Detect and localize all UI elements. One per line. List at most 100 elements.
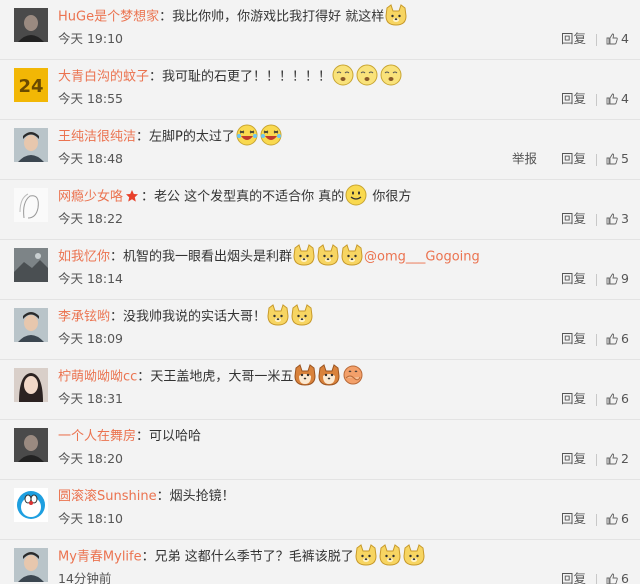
username-link[interactable]: 如我忆你	[58, 250, 110, 265]
report-button[interactable]: 举报	[512, 151, 537, 167]
comment-content: 一个人在舞房：可以哈哈	[58, 428, 640, 448]
comment-text: 机智的我一眼看出烟头是利群	[123, 249, 293, 265]
like-button[interactable]: 6	[606, 511, 640, 527]
username-link[interactable]: HuGe是个梦想家	[58, 10, 159, 25]
action-divider	[596, 513, 597, 526]
like-button[interactable]: 4	[606, 91, 640, 107]
reply-button[interactable]: 回复	[561, 331, 586, 347]
comment-text-tail: 你很方	[368, 189, 412, 205]
avatar[interactable]	[14, 8, 48, 42]
action-divider	[596, 213, 597, 226]
comment-actions: 回复 9	[561, 271, 640, 287]
reply-button[interactable]: 回复	[561, 511, 586, 527]
thumbs-up-icon	[606, 213, 618, 225]
comment-text: 天王盖地虎，大哥一米五	[150, 369, 294, 385]
doge-emoji-icon	[341, 244, 363, 266]
comment-row: 王纯洁很纯洁：左脚P的太过了 今天 18:48 举报 回复 5	[0, 120, 640, 180]
reply-button[interactable]: 回复	[561, 151, 586, 167]
thumbs-up-icon	[606, 93, 618, 105]
comment-row: 柠萌呦呦呦cc：天王盖地虎，大哥一米五 今天 18:31 回复 6	[0, 360, 640, 420]
username-link[interactable]: My青春Mylife	[58, 550, 142, 565]
like-button[interactable]: 3	[606, 211, 640, 227]
comment-row: 如我忆你：机智的我一眼看出烟头是利群 @omg___Gogoing 今天 18:14…	[0, 240, 640, 300]
comment-content: 如我忆你：机智的我一眼看出烟头是利群 @omg___Gogoing	[58, 244, 640, 268]
like-count: 6	[621, 331, 629, 346]
shiba-emoji-icon	[294, 364, 316, 386]
username-link[interactable]: 圆滚滚Sunshine	[58, 489, 157, 504]
doge-emoji-icon	[291, 304, 313, 326]
comment-content: 网瘾少女咯 ：老公 这个发型真的不适合你 真的 你很方	[58, 184, 640, 208]
like-button[interactable]: 5	[606, 151, 640, 167]
avatar[interactable]	[14, 308, 48, 342]
action-divider	[596, 573, 597, 584]
comment-text: 可以哈哈	[149, 429, 202, 444]
comment-content: HuGe是个梦想家：我比你帅，你游戏比我打得好 就这样	[58, 4, 640, 28]
comment-row: My青春Mylife：兄弟 这都什么季节了？毛裤该脱了 14分钟前 回复 6	[0, 540, 640, 584]
comment-actions: 举报 回复 5	[512, 151, 640, 167]
action-divider	[596, 33, 597, 46]
like-count: 2	[621, 451, 629, 466]
thumbs-up-icon	[606, 513, 618, 525]
avatar[interactable]	[14, 128, 48, 162]
hug-emoji-icon	[343, 365, 363, 385]
avatar[interactable]	[14, 428, 48, 462]
colon-separator: ：	[159, 9, 173, 25]
reply-button[interactable]: 回复	[561, 91, 586, 107]
avatar[interactable]	[14, 188, 48, 222]
comment-actions: 回复 6	[561, 331, 640, 347]
username-link[interactable]: 李承铉哟	[58, 310, 110, 325]
reply-button[interactable]: 回复	[561, 571, 586, 584]
like-button[interactable]: 4	[606, 31, 640, 47]
avatar[interactable]	[14, 248, 48, 282]
comment-timestamp: 今天 18:31	[58, 391, 123, 406]
reply-button[interactable]: 回复	[561, 451, 586, 467]
star-badge-icon[interactable]	[125, 189, 139, 203]
reply-button[interactable]: 回复	[561, 211, 586, 227]
action-divider	[596, 393, 597, 406]
comment-text: 老公 这个发型真的不适合你 真的	[154, 189, 345, 205]
comment-actions: 回复 4	[561, 91, 640, 107]
username-link[interactable]: 大青白沟的蚊子	[58, 70, 149, 85]
like-count: 4	[621, 91, 629, 106]
username-link[interactable]: 一个人在舞房	[58, 429, 136, 444]
like-count: 6	[621, 511, 629, 526]
username-link[interactable]: 王纯洁很纯洁	[58, 130, 136, 145]
colon-separator: ：	[149, 69, 163, 85]
like-button[interactable]: 6	[606, 331, 640, 347]
comment-timestamp: 今天 18:10	[58, 511, 123, 526]
doge-emoji-icon	[385, 4, 407, 26]
like-count: 9	[621, 271, 629, 286]
laugh-emoji-icon	[260, 124, 282, 146]
yawn-emoji-icon	[380, 64, 402, 86]
like-button[interactable]: 6	[606, 571, 640, 584]
like-button[interactable]: 2	[606, 451, 640, 467]
yawn-emoji-icon	[356, 64, 378, 86]
comment-timestamp: 14分钟前	[58, 571, 112, 584]
reply-button[interactable]: 回复	[561, 31, 586, 47]
action-divider	[596, 153, 597, 166]
action-divider	[596, 273, 597, 286]
comment-text: 兄弟 这都什么季节了？毛裤该脱了	[154, 549, 354, 565]
avatar[interactable]: 24	[14, 68, 48, 102]
like-button[interactable]: 9	[606, 271, 640, 287]
like-count: 5	[621, 151, 629, 166]
colon-separator: ：	[136, 129, 150, 145]
comment-row: 一个人在舞房：可以哈哈 今天 18:20 回复 2	[0, 420, 640, 480]
thumbs-up-icon	[606, 573, 618, 584]
colon-separator: ：	[141, 189, 155, 205]
username-link[interactable]: 网瘾少女咯	[58, 190, 123, 205]
username-link[interactable]: 柠萌呦呦呦cc	[58, 370, 137, 385]
comment-timestamp: 今天 18:55	[58, 91, 123, 106]
avatar[interactable]	[14, 488, 48, 522]
reply-button[interactable]: 回复	[561, 271, 586, 287]
comment-actions: 回复 6	[561, 511, 640, 527]
comment-timestamp: 今天 19:10	[58, 31, 123, 46]
avatar[interactable]	[14, 368, 48, 402]
like-button[interactable]: 6	[606, 391, 640, 407]
like-count: 4	[621, 31, 629, 46]
mention-link[interactable]: @omg___Gogoing	[364, 250, 480, 265]
smile-emoji-icon	[345, 184, 367, 206]
avatar[interactable]	[14, 548, 48, 582]
comment-actions: 回复 6	[561, 571, 640, 584]
reply-button[interactable]: 回复	[561, 391, 586, 407]
